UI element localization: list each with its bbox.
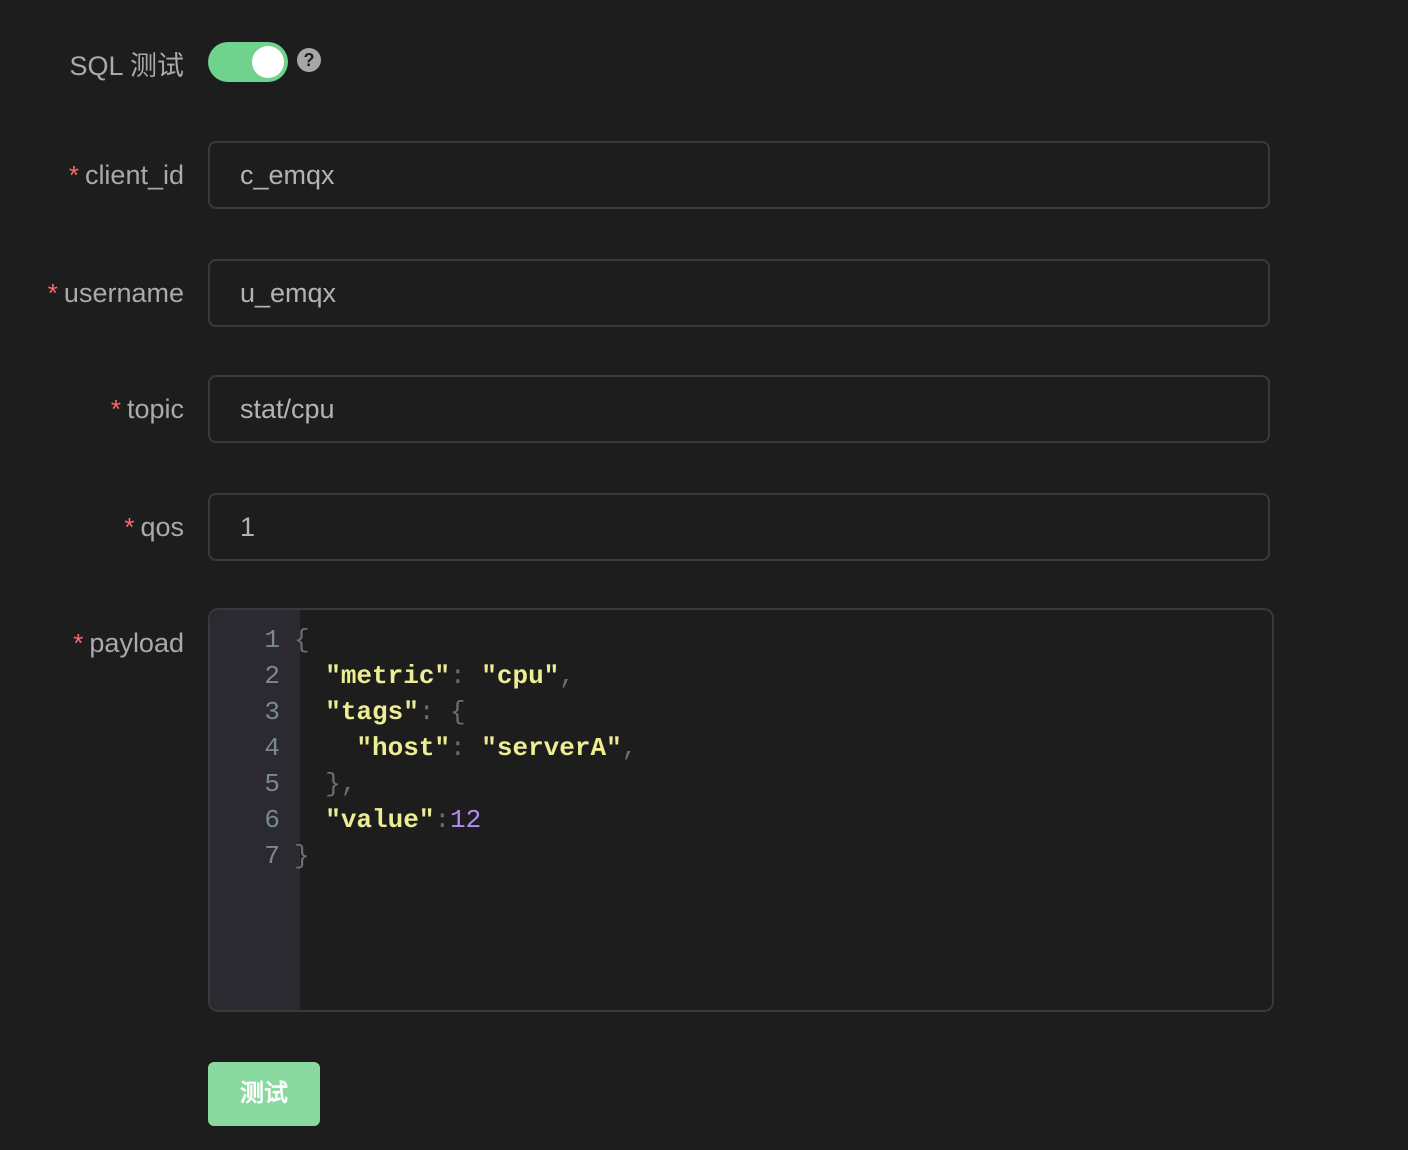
code-line: 2 "metric": "cpu",: [210, 658, 637, 694]
required-marker: *: [73, 628, 84, 658]
code-string: "tags": [325, 697, 419, 727]
code-punctuation: ,: [621, 733, 638, 763]
payload-code-editor[interactable]: 1{2 "metric": "cpu", 3 "tags": {4 "host":…: [208, 608, 1274, 1012]
line-number: 5: [264, 769, 280, 799]
code-string: "host": [356, 733, 451, 763]
code-line: 1{: [210, 622, 637, 658]
code-content[interactable]: 1{2 "metric": "cpu", 3 "tags": {4 "host":…: [210, 622, 637, 874]
required-marker: *: [124, 512, 135, 542]
code-punctuation: : {: [418, 697, 466, 727]
username-input[interactable]: u_emqx: [208, 259, 1270, 327]
sql-test-toggle[interactable]: [208, 42, 288, 82]
line-number: 6: [264, 805, 280, 835]
code-number: 12: [450, 805, 482, 835]
code-string: "metric": [325, 661, 451, 691]
line-number: 7: [264, 841, 280, 871]
code-punctuation: }: [294, 841, 310, 871]
topic-input[interactable]: stat/cpu: [208, 375, 1270, 443]
topic-label-text: topic: [126, 394, 184, 424]
code-punctuation: :: [450, 661, 482, 691]
payload-label: * payload: [73, 628, 184, 659]
qos-label: * qos: [124, 512, 184, 543]
code-line: 3 "tags": {: [210, 694, 637, 730]
topic-label: * topic: [111, 394, 184, 425]
code-punctuation: ,: [559, 661, 575, 691]
client-id-label: * client_id: [69, 160, 184, 191]
code-line: 5 },: [210, 766, 637, 802]
line-number: 1: [264, 625, 280, 655]
code-string: "value": [325, 805, 435, 835]
client-id-label-text: client_id: [84, 160, 184, 190]
qos-input[interactable]: 1: [208, 493, 1270, 561]
code-line: 7}: [210, 838, 637, 874]
line-number: 2: [264, 661, 280, 691]
required-marker: *: [47, 278, 58, 308]
username-label-text: username: [63, 278, 184, 308]
line-number: 3: [264, 697, 280, 727]
client-id-input[interactable]: c_emqx: [208, 141, 1270, 209]
code-string: "cpu": [481, 661, 560, 691]
test-button[interactable]: 测试: [208, 1062, 320, 1126]
code-string: "serverA": [481, 733, 622, 763]
code-punctuation: :: [434, 805, 451, 835]
code-line: 6 "value":12: [210, 802, 637, 838]
code-line: 4 "host": "serverA",: [210, 730, 637, 766]
line-number: 4: [264, 733, 280, 763]
username-label: * username: [48, 278, 184, 309]
qos-label-text: qos: [140, 512, 184, 542]
question-circle-icon[interactable]: ?: [297, 48, 321, 72]
code-punctuation: {: [294, 625, 310, 655]
toggle-knob: [252, 46, 284, 78]
code-punctuation: :: [450, 733, 482, 763]
required-marker: *: [68, 160, 79, 190]
sql-test-label: SQL 测试: [69, 51, 184, 81]
required-marker: *: [110, 394, 121, 424]
payload-label-text: payload: [89, 628, 184, 658]
code-punctuation: },: [325, 769, 357, 799]
